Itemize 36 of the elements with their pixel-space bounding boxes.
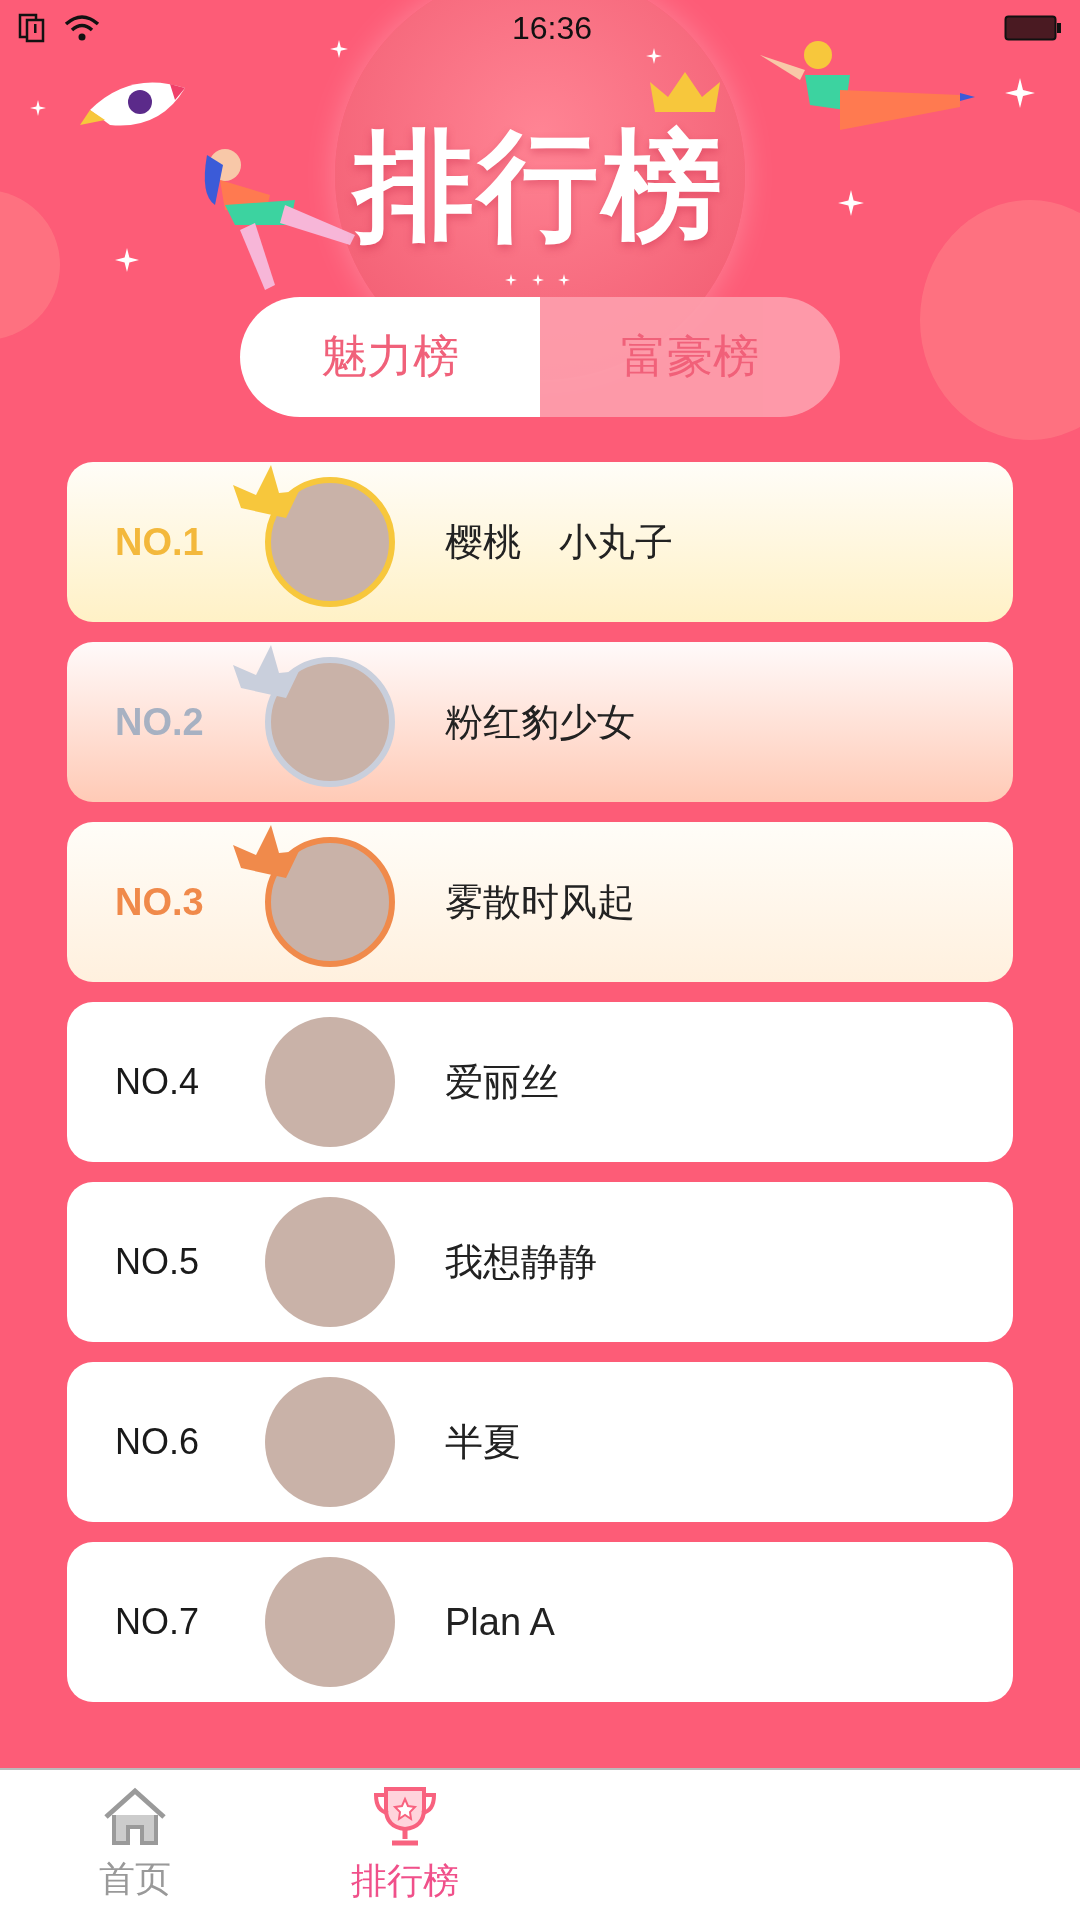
user-name: 粉红豹少女 <box>445 699 635 745</box>
sparkle-icon <box>646 48 662 64</box>
sparkle-icon <box>115 248 139 272</box>
sparkle-icon <box>838 190 864 216</box>
ranking-card[interactable]: NO.3 雾散时风起 <box>67 822 1013 982</box>
trophy-icon <box>372 1784 438 1849</box>
rank-label: NO.6 <box>115 1421 201 1463</box>
ranking-card[interactable]: NO.6 半夏 <box>67 1362 1013 1522</box>
sparkle-icon <box>1005 78 1035 108</box>
sparkle-icon <box>330 40 348 58</box>
sparkle-icon <box>532 274 544 286</box>
user-name: 爱丽丝 <box>445 1059 559 1105</box>
ranking-card[interactable]: NO.7 Plan A <box>67 1542 1013 1702</box>
rank-label: NO.3 <box>115 880 205 924</box>
rank-label: NO.1 <box>115 520 205 564</box>
sim-icon <box>18 13 46 43</box>
status-time: 16:36 <box>511 9 593 47</box>
rank-label: NO.4 <box>115 1061 201 1103</box>
user-name: 我想静静 <box>445 1239 597 1285</box>
ranking-card[interactable]: NO.4 爱丽丝 <box>67 1002 1013 1162</box>
sparkle-icon <box>505 274 517 286</box>
rank-label: NO.7 <box>115 1601 201 1643</box>
user-name: 雾散时风起 <box>445 879 635 925</box>
user-name: 半夏 <box>445 1419 521 1465</box>
wifi-icon <box>64 14 100 42</box>
battery-icon <box>1004 15 1062 41</box>
ranking-card[interactable]: NO.2 粉红豹少女 <box>67 642 1013 802</box>
rank-label: NO.5 <box>115 1241 201 1283</box>
user-name: 樱桃 小丸子 <box>445 519 673 565</box>
home-icon <box>102 1786 168 1847</box>
rank-label: NO.2 <box>115 700 205 744</box>
sparkle-icon <box>30 100 46 116</box>
sparkle-icon <box>558 274 570 286</box>
ranking-card[interactable]: NO.5 我想静静 <box>67 1182 1013 1342</box>
ranking-card[interactable]: NO.1 樱桃 小丸子 <box>67 462 1013 622</box>
user-name: Plan A <box>445 1600 555 1644</box>
